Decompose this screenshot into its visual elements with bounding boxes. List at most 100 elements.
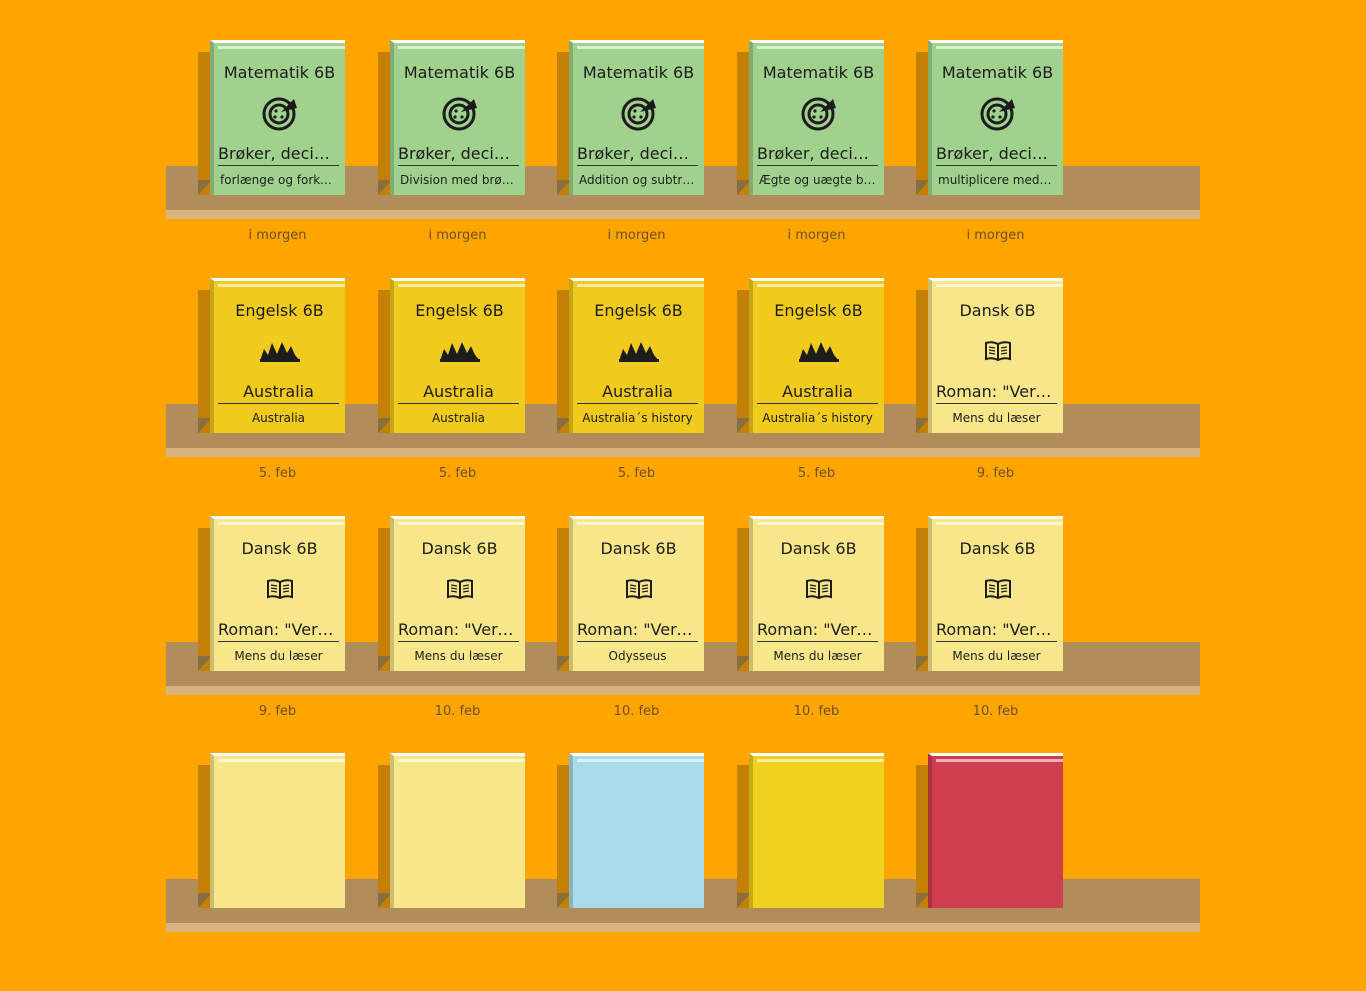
lesson-book[interactable]: [378, 753, 525, 908]
book-title: Australia: [757, 382, 878, 404]
lesson-book[interactable]: Engelsk 6B Australia Australia´s history: [557, 278, 704, 433]
book-icon: [394, 808, 525, 844]
book-lesson: Australia´s history: [582, 411, 693, 425]
due-date: 10. feb: [793, 704, 840, 719]
book-cover[interactable]: [749, 753, 884, 908]
shelf-row: Matematik 6B Brøker, decimaltal forlænge o…: [166, 40, 1200, 278]
book-cover[interactable]: Matematik 6B Brøker, decimaltal Addition o…: [569, 40, 704, 195]
due-date: i morgen: [607, 228, 666, 243]
open-book-icon: [932, 333, 1063, 369]
book-cover[interactable]: Dansk 6B Roman: "Verdens" Mens du læser: [928, 516, 1063, 671]
book-lesson: Ægte og uægte brøk: [759, 173, 876, 187]
book-cover[interactable]: Dansk 6B Roman: "Verdens" Mens du læser: [928, 278, 1063, 433]
book-lesson: Australia´s history: [762, 411, 873, 425]
book-lesson: forlænge og forkorte: [220, 173, 337, 187]
lesson-book[interactable]: Engelsk 6B Australia Australia: [378, 278, 525, 433]
lesson-book[interactable]: Dansk 6B Roman: "Verdens" Mens du læser: [916, 516, 1063, 671]
due-date: 9. feb: [976, 466, 1015, 481]
due-date: 9. feb: [258, 704, 297, 719]
lesson-book[interactable]: [737, 753, 884, 908]
book-subject: Matematik 6B: [403, 63, 516, 82]
lesson-book[interactable]: [916, 753, 1063, 908]
book-subject: Engelsk 6B: [594, 301, 683, 320]
book-cover[interactable]: Matematik 6B Brøker, decimaltal Ægte og uæ…: [749, 40, 884, 195]
lesson-book[interactable]: Dansk 6B Roman: "Verdens" Odysseus: [557, 516, 704, 671]
lesson-book[interactable]: Engelsk 6B Australia Australia´s history: [737, 278, 884, 433]
book-cover[interactable]: Matematik 6B Brøker, decimaltal forlænge o…: [210, 40, 345, 195]
book-cover[interactable]: Matematik 6B Brøker, decimaltal Division m…: [390, 40, 525, 195]
lesson-book[interactable]: Dansk 6B Roman: "Verdens" Mens du læser: [737, 516, 884, 671]
book-cover[interactable]: [569, 753, 704, 908]
opera-house-icon: [573, 333, 704, 369]
lesson-book[interactable]: Matematik 6B Brøker, decimaltal Addition o…: [557, 40, 704, 195]
book-subject: Matematik 6B: [941, 63, 1054, 82]
book-subject: Dansk 6B: [421, 539, 498, 558]
book-cover[interactable]: Engelsk 6B Australia Australia: [390, 278, 525, 433]
book-subject: Matematik 6B: [223, 63, 336, 82]
book-lesson: Mens du læser: [234, 649, 323, 663]
book-cover[interactable]: Matematik 6B Brøker, decimaltal multiplice…: [928, 40, 1063, 195]
due-date: 5. feb: [258, 466, 297, 481]
book-subject: Matematik 6B: [762, 63, 875, 82]
due-date: i morgen: [428, 228, 487, 243]
lesson-book[interactable]: [557, 753, 704, 908]
open-book-icon: [573, 571, 704, 607]
opera-house-icon: [214, 333, 345, 369]
book-title: Australia: [218, 382, 339, 404]
opera-house-icon: [394, 333, 525, 369]
shelf-row: [166, 753, 1200, 991]
book-title: Australia: [577, 382, 698, 404]
due-date: i morgen: [966, 228, 1025, 243]
book-cover[interactable]: Engelsk 6B Australia Australia: [210, 278, 345, 433]
pie-chart-icon: [753, 95, 884, 131]
book-subject: Engelsk 6B: [415, 301, 504, 320]
opera-house-icon: [753, 333, 884, 369]
lesson-book[interactable]: Matematik 6B Brøker, decimaltal Division m…: [378, 40, 525, 195]
due-date: 5. feb: [617, 466, 656, 481]
lesson-book[interactable]: Engelsk 6B Australia Australia: [198, 278, 345, 433]
lesson-book[interactable]: Matematik 6B Brøker, decimaltal forlænge o…: [198, 40, 345, 195]
bookcase: Matematik 6B Brøker, decimaltal forlænge o…: [0, 0, 1366, 932]
book-subject: Dansk 6B: [780, 539, 857, 558]
lesson-book[interactable]: Dansk 6B Roman: "Verdens" Mens du læser: [916, 278, 1063, 433]
pie-chart-icon: [394, 95, 525, 131]
book-lesson: Australia: [251, 411, 306, 425]
book-cover[interactable]: [928, 753, 1063, 908]
due-date: 5. feb: [438, 466, 477, 481]
book-cover[interactable]: [390, 753, 525, 908]
book-icon: [573, 808, 704, 844]
book-title: Brøker, decimaltal: [936, 144, 1057, 166]
book-title: Brøker, decimaltal: [757, 144, 878, 166]
open-book-icon: [753, 571, 884, 607]
due-date: 10. feb: [972, 704, 1019, 719]
shelf-row: Dansk 6B Roman: "Verdens" Mens du læser 9. …: [166, 516, 1200, 754]
book-subject: Dansk 6B: [600, 539, 677, 558]
book-subject: Dansk 6B: [959, 539, 1036, 558]
book-cover[interactable]: [210, 753, 345, 908]
lesson-book[interactable]: Dansk 6B Roman: "Verdens" Mens du læser: [378, 516, 525, 671]
book-lesson: Mens du læser: [414, 649, 503, 663]
due-date: 5. feb: [797, 466, 836, 481]
book-subject: Dansk 6B: [241, 539, 318, 558]
book-lesson: Australia: [431, 411, 486, 425]
book-lesson: Mens du læser: [773, 649, 862, 663]
lesson-book[interactable]: Matematik 6B Brøker, decimaltal multiplice…: [916, 40, 1063, 195]
lesson-book[interactable]: Dansk 6B Roman: "Verdens" Mens du læser: [198, 516, 345, 671]
book-cover[interactable]: Engelsk 6B Australia Australia´s history: [749, 278, 884, 433]
lesson-book[interactable]: [198, 753, 345, 908]
book-title: Australia: [398, 382, 519, 404]
due-date: i morgen: [248, 228, 307, 243]
book-title: Brøker, decimaltal: [218, 144, 339, 166]
book-lesson: Addition og subtraktion: [579, 173, 696, 187]
book-subject: Matematik 6B: [582, 63, 695, 82]
book-cover[interactable]: Dansk 6B Roman: "Verdens" Mens du læser: [749, 516, 884, 671]
book-subject: Engelsk 6B: [235, 301, 324, 320]
book-cover[interactable]: Dansk 6B Roman: "Verdens" Odysseus: [569, 516, 704, 671]
book-cover[interactable]: Dansk 6B Roman: "Verdens" Mens du læser: [210, 516, 345, 671]
book-title: Roman: "Verdens": [936, 382, 1057, 404]
lesson-book[interactable]: Matematik 6B Brøker, decimaltal Ægte og uæ…: [737, 40, 884, 195]
open-book-icon: [214, 571, 345, 607]
book-cover[interactable]: Dansk 6B Roman: "Verdens" Mens du læser: [390, 516, 525, 671]
book-cover[interactable]: Engelsk 6B Australia Australia´s history: [569, 278, 704, 433]
due-date: i morgen: [787, 228, 846, 243]
